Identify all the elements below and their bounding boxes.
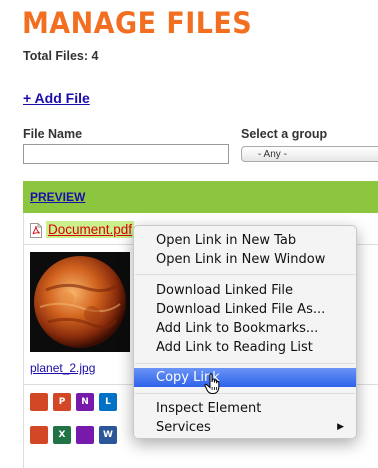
office-app-icon: X <box>53 426 71 444</box>
submenu-arrow-icon: ▶ <box>337 422 344 432</box>
office-app-icon <box>30 426 48 444</box>
menu-item-services[interactable]: Services ▶ <box>134 418 356 437</box>
menu-item-open-new-tab[interactable]: Open Link in New Tab <box>134 231 356 250</box>
menu-item-label: Add Link to Bookmarks... <box>156 321 319 336</box>
menu-item-inspect-element[interactable]: Inspect Element <box>134 399 356 418</box>
office-app-icon <box>30 393 48 411</box>
planet-image <box>30 252 130 352</box>
planet-file-link[interactable]: planet_2.jpg <box>30 361 95 375</box>
menu-separator <box>135 274 355 275</box>
file-name-label: File Name <box>23 127 83 141</box>
context-menu: Open Link in New Tab Open Link in New Wi… <box>133 225 357 439</box>
menu-item-open-new-window[interactable]: Open Link in New Window <box>134 250 356 269</box>
menu-item-download-linked-file-as[interactable]: Download Linked File As... <box>134 300 356 319</box>
page-title: MANAGE FILES <box>22 6 253 40</box>
menu-item-label: Services <box>156 420 211 435</box>
menu-item-label: Download Linked File As... <box>156 302 326 317</box>
office-app-icon: L <box>99 393 117 411</box>
add-file-link[interactable]: + Add File <box>23 90 90 106</box>
menu-item-label: Open Link in New Tab <box>156 233 297 248</box>
document-file-link[interactable]: Document.pdf <box>46 221 135 238</box>
hand-pointer-cursor-icon <box>204 373 220 394</box>
office-app-icon: P <box>53 393 71 411</box>
office-app-icon <box>76 426 94 444</box>
menu-item-download-linked-file[interactable]: Download Linked File <box>134 281 356 300</box>
pdf-file-icon <box>30 223 42 238</box>
menu-item-label: Open Link in New Window <box>156 252 326 267</box>
total-files-count: Total Files: 4 <box>23 49 99 63</box>
file-name-input[interactable] <box>23 144 229 164</box>
menu-item-add-to-bookmarks[interactable]: Add Link to Bookmarks... <box>134 319 356 338</box>
office-app-icon: W <box>99 426 117 444</box>
menu-item-label: Inspect Element <box>156 401 262 416</box>
menu-item-copy-link[interactable]: Copy Link <box>134 368 356 387</box>
group-select-value: - Any - <box>258 149 287 160</box>
group-select[interactable]: - Any - <box>241 146 378 162</box>
planet-thumbnail[interactable] <box>30 252 130 352</box>
menu-item-add-to-reading-list[interactable]: Add Link to Reading List <box>134 338 356 357</box>
menu-separator <box>135 393 355 394</box>
menu-item-label: Download Linked File <box>156 283 294 298</box>
table-left-border <box>23 213 24 468</box>
group-label: Select a group <box>241 127 328 141</box>
office-app-icon: N <box>76 393 94 411</box>
preview-column-header[interactable]: PREVIEW <box>30 190 85 204</box>
menu-separator <box>135 363 355 364</box>
menu-item-label: Add Link to Reading List <box>156 340 313 355</box>
